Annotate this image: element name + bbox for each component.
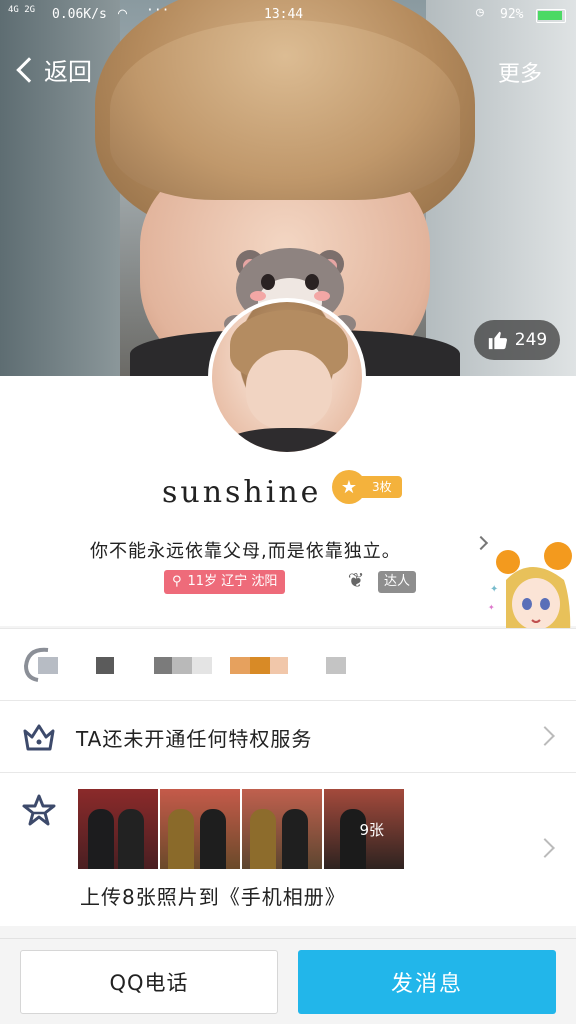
send-message-button[interactable]: 发消息 xyxy=(298,950,556,1014)
svg-text:✦: ✦ xyxy=(490,584,498,595)
like-button[interactable]: 249 xyxy=(474,320,560,360)
badge-tile xyxy=(326,657,346,674)
battery-percent: 92% xyxy=(500,7,524,22)
avatar-face xyxy=(246,350,332,430)
battery-fill xyxy=(538,11,562,20)
clock: 13:44 xyxy=(264,7,304,22)
badge-tile xyxy=(192,657,212,674)
avatar[interactable] xyxy=(208,298,366,456)
photo-count: 9张 xyxy=(359,821,384,839)
user-info-text: 11岁 辽宁 沈阳 xyxy=(187,574,278,589)
photo-thumbnail[interactable] xyxy=(160,789,240,869)
alarm-icon: ◷ xyxy=(476,5,484,20)
badge-tile xyxy=(38,657,58,674)
photo-thumbnails: 9张 xyxy=(78,789,404,869)
network-indicator: 4G 2G xyxy=(8,5,36,15)
photos-row[interactable]: 9张 上传8张照片到《手机相册》 xyxy=(0,772,576,926)
crown-icon xyxy=(23,724,55,751)
search-icon: ⚲ xyxy=(172,574,182,589)
svg-text:✦: ✦ xyxy=(488,603,495,612)
more-dots-icon: ··· xyxy=(146,3,170,18)
badge-tile xyxy=(172,657,192,674)
network-speed: 0.06K/s xyxy=(52,7,107,22)
privilege-row[interactable]: TA还未开通任何特权服务 xyxy=(0,700,576,772)
badge-tile xyxy=(96,657,114,674)
photo-thumbnail[interactable] xyxy=(242,789,322,869)
back-button[interactable]: 返回 xyxy=(14,52,92,87)
qq-call-button[interactable]: QQ电话 xyxy=(20,950,278,1014)
star-icon: ★ xyxy=(332,470,366,504)
signature-text[interactable]: 你不能永远依靠父母,而是依靠独立。 xyxy=(90,537,401,563)
winged-phone-icon: ❦ xyxy=(347,568,365,592)
profile-name: sunshine xyxy=(162,475,322,510)
chevron-right-icon xyxy=(535,726,555,746)
talent-badge[interactable]: ❦ 达人 xyxy=(338,568,417,596)
like-count: 249 xyxy=(514,330,548,350)
badge-tile xyxy=(230,657,250,674)
level-tag: 3枚 xyxy=(362,476,402,498)
avatar-shirt xyxy=(222,428,356,452)
photo-caption: 上传8张照片到《手机相册》 xyxy=(80,885,346,909)
badge-tile xyxy=(270,657,288,674)
wifi-icon: ◠ xyxy=(118,4,128,22)
level-badge[interactable]: ★ 3枚 xyxy=(332,470,402,504)
chevron-left-icon xyxy=(16,56,42,83)
badge-tile xyxy=(154,657,172,674)
badges-row[interactable] xyxy=(0,628,576,700)
privilege-label: TA还未开通任何特权服务 xyxy=(76,727,313,751)
user-info-badge: ⚲ 11岁 辽宁 沈阳 xyxy=(164,570,286,594)
photo-thumbnail[interactable] xyxy=(78,789,158,869)
badge-tile xyxy=(250,657,270,674)
photo-thumbnail[interactable]: 9张 xyxy=(324,789,404,869)
chevron-right-icon xyxy=(535,838,555,858)
thumbs-up-icon xyxy=(488,331,507,350)
more-button[interactable]: 更多 xyxy=(498,56,542,88)
star-outline-icon xyxy=(22,794,56,826)
cover-fringe xyxy=(110,20,460,200)
talent-tag: 达人 xyxy=(378,571,417,593)
status-bar: 4G 2G 0.06K/s ◠ ··· 13:44 ◷ 92% xyxy=(0,0,576,30)
battery-icon xyxy=(536,9,566,23)
back-label: 返回 xyxy=(44,58,92,86)
